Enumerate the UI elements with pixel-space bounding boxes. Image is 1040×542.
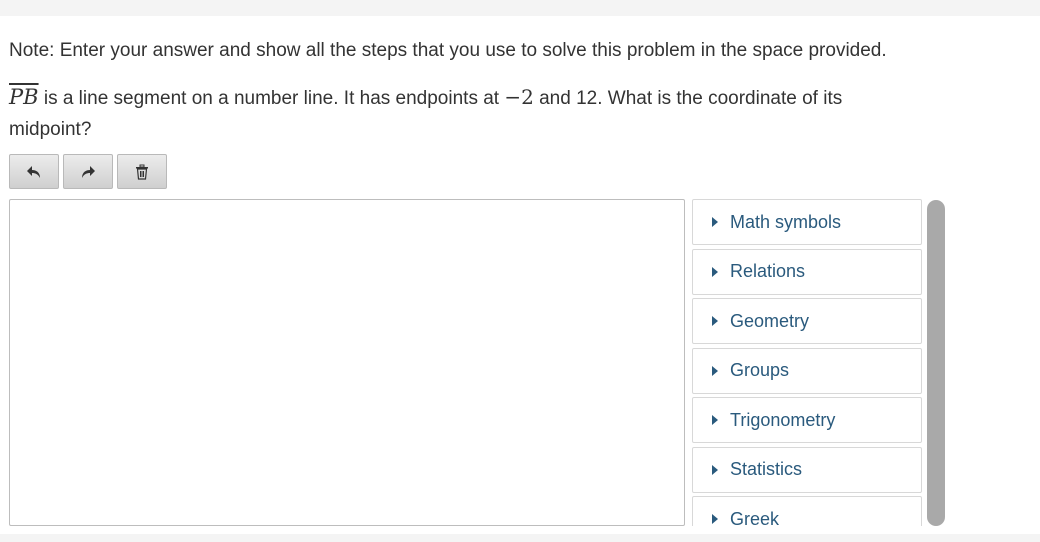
caret-right-icon xyxy=(712,365,718,376)
undo-button[interactable] xyxy=(9,154,59,189)
palette-item-label: Math symbols xyxy=(730,211,842,232)
caret-right-icon xyxy=(712,514,718,524)
editor-toolbar xyxy=(9,154,167,189)
question-text: PB is a line segment on a number line. I… xyxy=(9,82,929,145)
palette-item-trigonometry[interactable]: Trigonometry xyxy=(692,397,922,443)
palette-item-greek[interactable]: Greek xyxy=(692,496,922,526)
palette-item-label: Geometry xyxy=(730,310,810,331)
redo-icon xyxy=(82,165,95,178)
palette-item-label: Trigonometry xyxy=(730,409,836,430)
palette-item-relations[interactable]: Relations xyxy=(692,248,922,295)
palette-item-label: Relations xyxy=(730,261,806,281)
caret-right-icon xyxy=(712,266,718,277)
question-panel: Note: Enter your answer and show all the… xyxy=(0,16,1040,534)
instructions-note: Note: Enter your answer and show all the… xyxy=(9,40,887,61)
caret-right-icon xyxy=(712,316,718,326)
palette-item-label: Statistics xyxy=(730,459,803,479)
caret-right-icon xyxy=(712,217,718,227)
endpoint-value: −2 xyxy=(504,85,534,109)
palette-item-label: Groups xyxy=(730,360,790,380)
question-part-1: is a line segment on a number line. It h… xyxy=(38,88,505,109)
palette-item-geometry[interactable]: Geometry xyxy=(692,298,922,344)
caret-right-icon xyxy=(712,415,718,425)
answer-input-area[interactable] xyxy=(9,199,685,526)
palette-item-groups[interactable]: Groups xyxy=(692,347,922,394)
redo-button[interactable] xyxy=(63,154,113,189)
palette-item-math-symbols[interactable]: Math symbols xyxy=(692,199,922,245)
palette-item-label: Greek xyxy=(730,508,780,527)
palette-item-statistics[interactable]: Statistics xyxy=(692,446,922,493)
caret-right-icon xyxy=(712,464,718,475)
undo-icon xyxy=(27,165,40,178)
clear-button[interactable] xyxy=(117,154,167,189)
symbol-palette: Math symbols Relations Geometry Groups Trigo… xyxy=(692,199,922,526)
palette-scrollbar[interactable] xyxy=(927,200,945,526)
trash-icon xyxy=(136,164,148,180)
segment-label: PB xyxy=(9,85,39,109)
